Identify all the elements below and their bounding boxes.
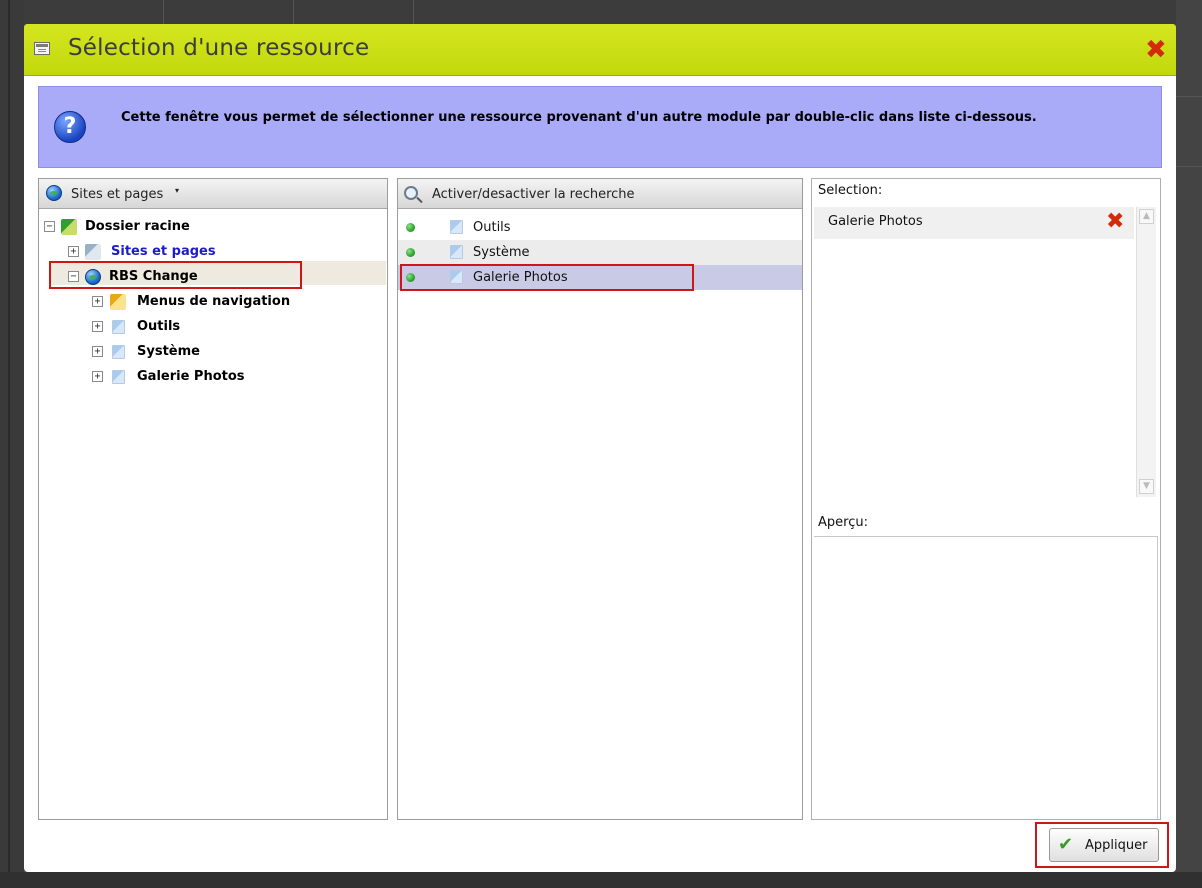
expand-toggle[interactable]: + bbox=[92, 296, 103, 307]
scroll-down-icon[interactable]: ▼ bbox=[1139, 479, 1154, 494]
folder-icon bbox=[61, 219, 77, 235]
tree-panel-title: Sites et pages bbox=[71, 187, 164, 202]
tree-node-label: Dossier racine bbox=[85, 219, 190, 234]
apply-button-label: Appliquer bbox=[1085, 838, 1148, 853]
module-icon bbox=[450, 220, 463, 234]
tree-node-dossier-racine[interactable]: − Dossier racine bbox=[39, 216, 379, 238]
background-left-bar bbox=[0, 0, 24, 888]
list-item-outils[interactable]: Outils bbox=[398, 215, 802, 240]
list-item-systeme[interactable]: Système bbox=[398, 240, 802, 265]
background-right-bar bbox=[1176, 0, 1202, 888]
search-icon bbox=[404, 186, 418, 200]
selection-list: Galerie Photos ✖ ▲ ▼ bbox=[812, 207, 1160, 497]
tree-node-label: Menus de navigation bbox=[137, 294, 291, 309]
expand-toggle[interactable]: + bbox=[92, 346, 103, 357]
info-banner: ? Cette fenêtre vous permet de sélection… bbox=[38, 86, 1162, 168]
help-icon: ? bbox=[54, 111, 86, 143]
tree-node-label: Système bbox=[137, 344, 200, 359]
selected-item-label: Galerie Photos bbox=[828, 214, 923, 229]
tree-node-outils[interactable]: + Outils bbox=[39, 316, 379, 338]
close-icon[interactable]: ✖ bbox=[1145, 37, 1167, 63]
module-icon bbox=[112, 345, 125, 359]
tree-node-sites-et-pages[interactable]: + Sites et pages bbox=[39, 241, 379, 263]
apply-button[interactable]: ✔ Appliquer bbox=[1049, 828, 1159, 862]
search-toggle-header[interactable]: Activer/desactiver la recherche bbox=[398, 179, 802, 209]
resource-list-panel: Activer/desactiver la recherche Outils S… bbox=[397, 178, 803, 820]
search-toggle-label: Activer/desactiver la recherche bbox=[432, 187, 635, 202]
resource-selection-dialog: Sélection d'une ressource ✖ ? Cette fenê… bbox=[24, 24, 1176, 872]
module-icon bbox=[112, 370, 125, 384]
expand-toggle[interactable]: + bbox=[68, 246, 79, 257]
window-icon bbox=[34, 42, 50, 55]
module-icon bbox=[112, 320, 125, 334]
folder-icon bbox=[85, 244, 101, 260]
preview-area bbox=[814, 536, 1158, 819]
info-message: Cette fenêtre vous permet de sélectionne… bbox=[121, 110, 1037, 125]
background-top-bar bbox=[0, 0, 1202, 24]
tree-node-label: Sites et pages bbox=[111, 244, 216, 259]
checkmark-icon: ✔ bbox=[1058, 834, 1074, 855]
background-bottom-bar bbox=[0, 872, 1202, 888]
rbs-change-highlight-box bbox=[49, 261, 302, 289]
tree-node-galerie-photos[interactable]: + Galerie Photos bbox=[39, 366, 379, 388]
globe-icon bbox=[46, 185, 62, 201]
tree-panel: Sites et pages ▾ − Dossier racine + Site… bbox=[38, 178, 388, 820]
tree-node-menus-de-navigation[interactable]: + Menus de navigation bbox=[39, 291, 379, 313]
remove-icon[interactable]: ✖ bbox=[1106, 210, 1124, 234]
module-icon bbox=[450, 245, 463, 259]
tree-node-label: Outils bbox=[137, 319, 181, 334]
list-item-label: Système bbox=[473, 245, 530, 260]
expand-toggle[interactable]: + bbox=[92, 371, 103, 382]
selected-item[interactable]: Galerie Photos ✖ bbox=[814, 207, 1134, 239]
list-item-label: Outils bbox=[473, 220, 511, 235]
dialog-title-bar: Sélection d'une ressource ✖ bbox=[24, 24, 1176, 76]
expand-toggle[interactable]: + bbox=[92, 321, 103, 332]
galerie-photos-highlight-box bbox=[400, 264, 694, 291]
selection-label: Selection: bbox=[818, 183, 883, 198]
dialog-title: Sélection d'une ressource bbox=[68, 35, 370, 61]
status-active-icon bbox=[406, 223, 415, 232]
dropdown-caret-icon: ▾ bbox=[175, 186, 180, 195]
tree-node-label: Galerie Photos bbox=[137, 369, 245, 384]
selection-scrollbar[interactable]: ▲ ▼ bbox=[1136, 207, 1156, 497]
collapse-toggle[interactable]: − bbox=[44, 221, 55, 232]
preview-label: Aperçu: bbox=[818, 515, 868, 530]
folder-icon bbox=[110, 294, 126, 310]
status-active-icon bbox=[406, 248, 415, 257]
scroll-up-icon[interactable]: ▲ bbox=[1139, 209, 1154, 224]
selection-panel: Selection: Galerie Photos ✖ ▲ ▼ Aperçu: bbox=[811, 178, 1161, 820]
tree-node-systeme[interactable]: + Système bbox=[39, 341, 379, 363]
tree-panel-header[interactable]: Sites et pages ▾ bbox=[39, 179, 387, 209]
